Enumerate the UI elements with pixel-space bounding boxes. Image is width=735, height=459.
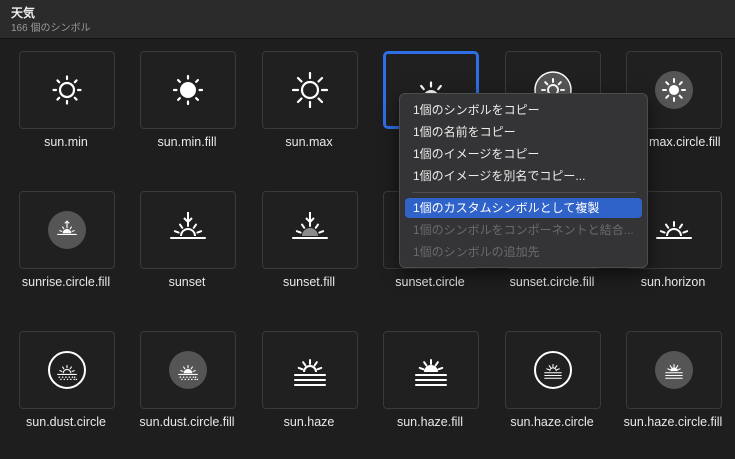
symbol-tile[interactable] [262,331,358,409]
sun-min-icon [52,75,82,105]
symbol-cell[interactable]: sunset.fill [243,179,365,319]
symbol-name: sunrise.circle.fill [21,275,111,289]
symbol-tile[interactable] [140,331,236,409]
symbol-name: sunset.circle.fill [509,275,595,289]
sun-haze-circle-icon [534,351,572,389]
sun-horizon-icon [656,221,692,239]
sun-haze-fill-icon [415,359,447,386]
sun-dust-circle-fill-icon [169,351,207,389]
symbol-name: sun.haze [283,415,335,429]
symbol-tile[interactable] [140,51,236,129]
sun-haze-icon [294,359,326,386]
symbol-tile[interactable] [140,191,236,269]
symbol-cell[interactable]: sun.max [243,39,365,179]
symbol-name: sun.dust.circle.fill [139,415,235,429]
symbol-cell[interactable]: sun.dust.circle [0,319,122,459]
symbol-tile[interactable] [262,51,358,129]
menu-item[interactable]: 1個のシンボルをコピー [405,100,642,120]
symbol-tile[interactable] [19,51,115,129]
symbol-cell[interactable]: sun.haze.fill [364,319,486,459]
symbol-cell[interactable]: sunset [121,179,243,319]
symbol-name: sun.haze.circle.fill [623,415,723,429]
symbol-cell[interactable]: sun.haze.circle.fill [607,319,729,459]
sunset-fill-icon [292,212,328,239]
menu-item[interactable]: 1個の名前をコピー [405,122,642,142]
symbol-cell[interactable]: sun.dust.circle.fill [121,319,243,459]
symbol-tile[interactable] [383,331,479,409]
symbol-cell[interactable]: sun.min [0,39,122,179]
symbol-name: sun.dust.circle [26,415,106,429]
symbol-cell[interactable]: sun.haze.circle [486,319,608,459]
symbol-cell[interactable]: sun.min.fill [121,39,243,179]
symbol-tile[interactable] [626,331,722,409]
menu-separator [412,192,636,193]
sun-haze-circle-fill-icon [655,351,693,389]
symbol-cell[interactable]: sunrise.circle.fill [0,179,122,319]
symbol-name: sun.max [285,135,333,149]
symbol-tile[interactable] [19,191,115,269]
menu-item[interactable]: 1個のカスタムシンボルとして複製 [405,198,642,218]
context-menu: 1個のシンボルをコピー 1個の名前をコピー 1個のイメージをコピー 1個のイメージを別… [399,93,648,268]
menu-item: 1個のシンボルの追加先 [413,245,540,259]
sun-max-circle-fill-icon [655,71,693,109]
sun-min-fill-icon [172,74,204,106]
symbol-name: sun.min.fill [157,135,217,149]
menu-item: 1個のシンボルをコンポーネントと結合... [413,223,634,237]
symbol-name: sun.haze.circle [510,415,594,429]
sun-max-icon [291,71,329,109]
symbol-count: 166 個のシンボル [11,23,91,34]
symbol-cell[interactable]: sun.haze [243,319,365,459]
menu-item[interactable]: 1個のイメージを別名でコピー... [405,166,642,186]
symbol-name: sun.horizon [640,275,706,289]
sun-dust-circle-icon [48,351,86,389]
symbol-name: sunset.circle [395,275,465,289]
sunset-icon [170,212,206,239]
symbol-tile[interactable] [505,331,601,409]
sunrise-circle-fill-icon [48,211,86,249]
window-header: 天気 166 個のシンボル [0,0,735,39]
symbol-name: sunset.fill [282,275,336,289]
symbol-name: sun.haze.fill [396,415,463,429]
symbol-tile[interactable] [262,191,358,269]
symbol-tile[interactable] [19,331,115,409]
symbol-name: sunset [168,275,206,289]
symbol-name: sun.min [44,135,88,149]
menu-item[interactable]: 1個のイメージをコピー [405,144,642,164]
